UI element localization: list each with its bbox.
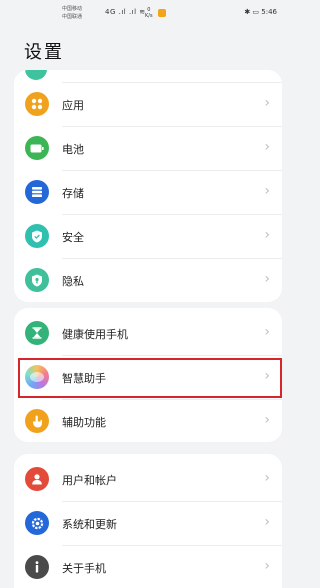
chevron-right-icon: › [264, 412, 270, 428]
item-label: 系统和更新 [62, 518, 117, 531]
item-label: 用户和帐户 [62, 474, 117, 487]
settings-item-accessibility[interactable]: 辅助功能 › [14, 399, 282, 442]
system-update-icon [25, 511, 49, 535]
security-icon [25, 224, 49, 248]
settings-item-users-accounts[interactable]: 用户和帐户 › [14, 457, 282, 501]
carrier-2: 中国联通 [62, 14, 83, 20]
chevron-right-icon: › [264, 183, 270, 199]
settings-item-apps[interactable]: 应用 › [14, 82, 282, 126]
chevron-right-icon: › [264, 227, 270, 243]
status-right: ✱ ▭ 5:46 [244, 8, 277, 16]
item-label: 电池 [62, 143, 84, 156]
highlight-box [18, 358, 282, 398]
settings-item-storage[interactable]: 存储 › [14, 170, 282, 214]
settings-item-about-phone[interactable]: 关于手机 › [14, 545, 282, 588]
partial-icon [25, 70, 47, 80]
page-title: 设置 [24, 42, 64, 63]
speed-unit: K/s [145, 13, 153, 19]
notification-badge-icon [158, 9, 166, 17]
battery-icon [25, 136, 49, 160]
chevron-right-icon: › [264, 95, 270, 111]
settings-item-privacy[interactable]: 隐私 › [14, 258, 282, 302]
item-label: 安全 [62, 231, 84, 244]
chevron-right-icon: › [264, 139, 270, 155]
carrier-info: 中国移动 中国联通 [62, 5, 82, 21]
chevron-right-icon: › [264, 514, 270, 530]
item-label: 关于手机 [62, 562, 106, 575]
status-bar: 中国移动 中国联通 4G .ıl .ıl ≋ 0 K/s ✱ ▭ 5:46 [0, 0, 291, 30]
signal-indicators: 4G .ıl .ıl ≋ [105, 8, 146, 16]
settings-item-digital-balance[interactable]: 健康使用手机 › [14, 311, 282, 355]
item-label: 辅助功能 [62, 416, 106, 429]
carrier-1: 中国移动 [62, 6, 83, 12]
settings-group-1: 应用 › 电池 › 存储 › 安全 › 隐私 › [14, 70, 282, 302]
apps-icon [25, 92, 49, 116]
item-label: 健康使用手机 [62, 328, 128, 341]
chevron-right-icon: › [264, 558, 270, 574]
chevron-right-icon: › [264, 470, 270, 486]
settings-item-system-update[interactable]: 系统和更新 › [14, 501, 282, 545]
settings-item-security[interactable]: 安全 › [14, 214, 282, 258]
settings-group-3: 用户和帐户 › 系统和更新 › 关于手机 › [14, 454, 282, 588]
user-icon [25, 467, 49, 491]
privacy-icon [25, 268, 49, 292]
accessibility-icon [25, 409, 49, 433]
item-label: 隐私 [62, 275, 84, 288]
network-speed: 0 K/s [145, 7, 153, 19]
info-icon [25, 555, 49, 579]
item-label: 存储 [62, 187, 84, 200]
chevron-right-icon: › [264, 324, 270, 340]
item-label: 应用 [62, 99, 84, 112]
settings-item-battery[interactable]: 电池 › [14, 126, 282, 170]
chevron-right-icon: › [264, 271, 270, 287]
storage-icon [25, 180, 49, 204]
hourglass-icon [25, 321, 49, 345]
